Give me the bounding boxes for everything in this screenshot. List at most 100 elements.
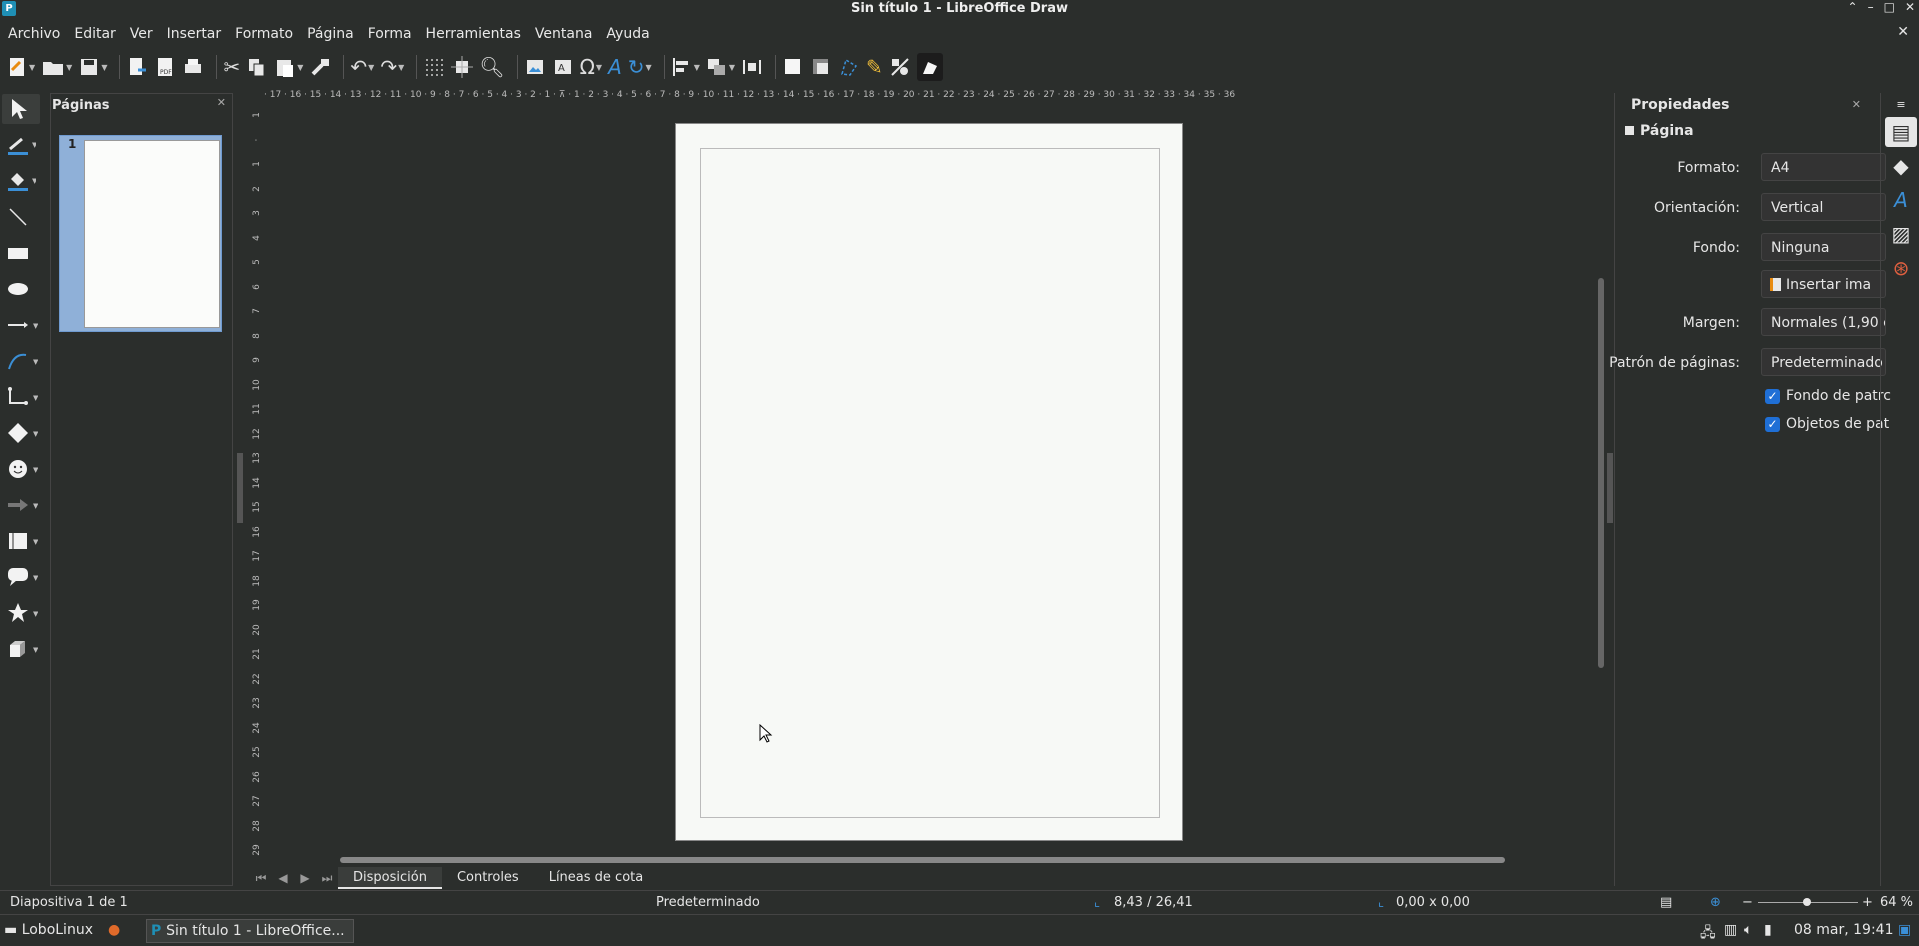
arrange-icon[interactable]: ▼ bbox=[706, 53, 735, 81]
master-background-checkbox[interactable]: ✓ Fondo de patrc bbox=[1765, 388, 1895, 408]
battery-icon[interactable]: ▮ bbox=[1764, 922, 1772, 938]
block-arrows-icon[interactable]: ▼ bbox=[0, 490, 44, 520]
tab-layout[interactable]: Disposición bbox=[338, 867, 442, 889]
menu-ayuda[interactable]: Ayuda bbox=[599, 22, 656, 46]
menu-forma[interactable]: Forma bbox=[361, 22, 419, 46]
toggle-extrusion-icon[interactable]: ✎ bbox=[866, 53, 883, 81]
curves-icon[interactable]: ▼ bbox=[0, 346, 44, 376]
ellipse-tool-icon[interactable] bbox=[0, 274, 44, 304]
save-icon[interactable]: ▼ bbox=[78, 53, 107, 81]
horizontal-scrollbar[interactable] bbox=[340, 857, 1505, 863]
master-page-select[interactable]: Predeterminado bbox=[1761, 348, 1886, 376]
redo-icon[interactable]: ↷ ▼ bbox=[380, 53, 404, 81]
page-thumbnail[interactable]: 1 bbox=[59, 135, 222, 332]
clone-formatting-icon[interactable] bbox=[309, 53, 331, 81]
tab-dimension-lines[interactable]: Líneas de cota bbox=[534, 867, 659, 889]
network-icon[interactable]: 🖧︎ bbox=[1700, 922, 1716, 946]
format-select[interactable]: A4 bbox=[1761, 153, 1886, 181]
master-objects-checkbox[interactable]: ✓ Objetos de pat bbox=[1765, 416, 1895, 436]
volume-icon[interactable]: 🔈︎ bbox=[1744, 922, 1752, 938]
close-document-button[interactable]: ✕ bbox=[1897, 24, 1909, 40]
basic-shapes-icon[interactable]: ▼ bbox=[0, 418, 44, 448]
points-icon[interactable] bbox=[838, 53, 860, 81]
callouts-icon[interactable]: ▼ bbox=[0, 562, 44, 592]
undo-icon[interactable]: ↶ ▼ bbox=[350, 53, 374, 81]
sidebar-menu-icon[interactable]: ≡ bbox=[1885, 95, 1917, 113]
zoom-slider-knob[interactable] bbox=[1803, 898, 1811, 906]
firefox-icon[interactable]: ● bbox=[108, 922, 120, 938]
menu-editar[interactable]: Editar bbox=[67, 22, 122, 46]
prev-tab-icon[interactable]: ◀ bbox=[272, 871, 294, 885]
properties-deck-icon[interactable]: ▤ bbox=[1885, 117, 1917, 147]
background-select[interactable]: Ninguna bbox=[1761, 233, 1886, 261]
last-tab-icon[interactable]: ⏭ bbox=[316, 871, 338, 886]
left-splitter[interactable] bbox=[236, 93, 244, 886]
taskbar-item-draw[interactable]: P Sin título 1 - LibreOffice... bbox=[146, 919, 354, 943]
menu-archivo[interactable]: Archivo bbox=[0, 22, 67, 46]
fill-color-icon[interactable]: ▼ bbox=[0, 166, 44, 196]
start-menu-button[interactable]: ▬ LoboLinux bbox=[4, 922, 93, 938]
zoom-in-button[interactable]: + bbox=[1862, 895, 1873, 910]
insert-image-button[interactable]: Insertar ima bbox=[1761, 270, 1886, 298]
styles-deck-icon[interactable]: A bbox=[1885, 185, 1917, 215]
drawing-page[interactable] bbox=[675, 123, 1183, 841]
distribute-icon[interactable] bbox=[741, 53, 763, 81]
rectangle-tool-icon[interactable] bbox=[0, 238, 44, 268]
vertical-scrollbar[interactable] bbox=[1598, 278, 1604, 668]
menu-insertar[interactable]: Insertar bbox=[160, 22, 229, 46]
show-desktop-icon[interactable]: ▣ bbox=[1898, 922, 1911, 938]
tab-controls[interactable]: Controles bbox=[442, 867, 534, 889]
zoom-icon[interactable]: 🔍︎ bbox=[479, 53, 504, 81]
connectors-icon[interactable]: ▼ bbox=[0, 382, 44, 412]
flowchart-icon[interactable]: ▼ bbox=[0, 526, 44, 556]
stars-icon[interactable]: ▼ bbox=[0, 598, 44, 628]
orientation-select[interactable]: Vertical bbox=[1761, 193, 1886, 221]
menu-formato[interactable]: Formato bbox=[228, 22, 300, 46]
clipboard-icon[interactable]: ▥ bbox=[1724, 922, 1737, 938]
align-objects-icon[interactable]: ▼ bbox=[671, 53, 700, 81]
zoom-level[interactable]: 64 % bbox=[1880, 895, 1913, 910]
menu-pagina[interactable]: Página bbox=[300, 22, 361, 46]
insert-textbox-icon[interactable]: A bbox=[552, 53, 574, 81]
export-icon[interactable] bbox=[126, 53, 148, 81]
lines-arrows-icon[interactable]: ▼ bbox=[0, 310, 44, 340]
page-section-header[interactable]: Página bbox=[1625, 123, 1694, 139]
helplines-icon[interactable] bbox=[451, 53, 474, 81]
close-window-button[interactable]: ✕ bbox=[1905, 0, 1915, 14]
open-folder-icon[interactable]: ▼ bbox=[41, 53, 72, 81]
symbol-shapes-icon[interactable]: ▼ bbox=[0, 454, 44, 484]
right-splitter[interactable] bbox=[1606, 93, 1614, 886]
gallery-deck-icon[interactable]: ▨ bbox=[1885, 219, 1917, 249]
copy-icon[interactable] bbox=[246, 53, 268, 81]
menu-ventana[interactable]: Ventana bbox=[528, 22, 600, 46]
drawing-canvas[interactable] bbox=[264, 110, 1598, 858]
line-tool-icon[interactable] bbox=[0, 202, 44, 232]
zoom-out-button[interactable]: − bbox=[1742, 895, 1753, 910]
minimize-button[interactable]: – bbox=[1868, 0, 1874, 14]
select-tool[interactable] bbox=[2, 94, 40, 124]
maximize-button[interactable]: □ bbox=[1884, 0, 1895, 14]
special-character-icon[interactable]: Ω ▼ bbox=[580, 53, 602, 81]
collapse-icon[interactable]: ⌃ bbox=[1848, 0, 1858, 14]
line-color-icon[interactable]: ▼ bbox=[0, 130, 44, 160]
paste-icon[interactable]: ▼ bbox=[274, 53, 303, 81]
3d-objects-icon[interactable]: ▼ bbox=[0, 634, 44, 664]
horizontal-ruler[interactable]: · 17 · 16 · 15 · 14 · 13 · 12 · 11 · 10 … bbox=[264, 90, 1598, 104]
margin-select[interactable]: Normales (1,90 c bbox=[1761, 308, 1886, 336]
vertical-ruler[interactable]: 1 · 1 2 3 4 5 6 7 8 9 10 11 12 13 14 15 16 17 18 19 20 21 22 23 2… bbox=[249, 110, 263, 858]
export-pdf-icon[interactable]: PDF bbox=[154, 53, 176, 81]
new-document-icon[interactable]: ▼ bbox=[6, 53, 35, 81]
menu-herramientas[interactable]: Herramientas bbox=[419, 22, 528, 46]
print-icon[interactable] bbox=[182, 53, 204, 81]
shadow-icon[interactable] bbox=[782, 53, 804, 81]
shapes-deck-icon[interactable]: ◆ bbox=[1885, 151, 1917, 181]
document-icon[interactable]: ▤ bbox=[1660, 895, 1672, 910]
clock[interactable]: 08 mar, 19:41 bbox=[1794, 922, 1893, 938]
cut-icon[interactable]: ✂ bbox=[223, 53, 240, 81]
next-tab-icon[interactable]: ▶ bbox=[294, 871, 316, 885]
crop-icon[interactable] bbox=[810, 53, 832, 81]
zoom-slider[interactable] bbox=[1758, 898, 1858, 906]
fontwork-icon[interactable]: A bbox=[608, 53, 622, 81]
show-draw-functions-icon[interactable] bbox=[889, 53, 911, 81]
draw-functions-icon[interactable] bbox=[916, 53, 943, 81]
